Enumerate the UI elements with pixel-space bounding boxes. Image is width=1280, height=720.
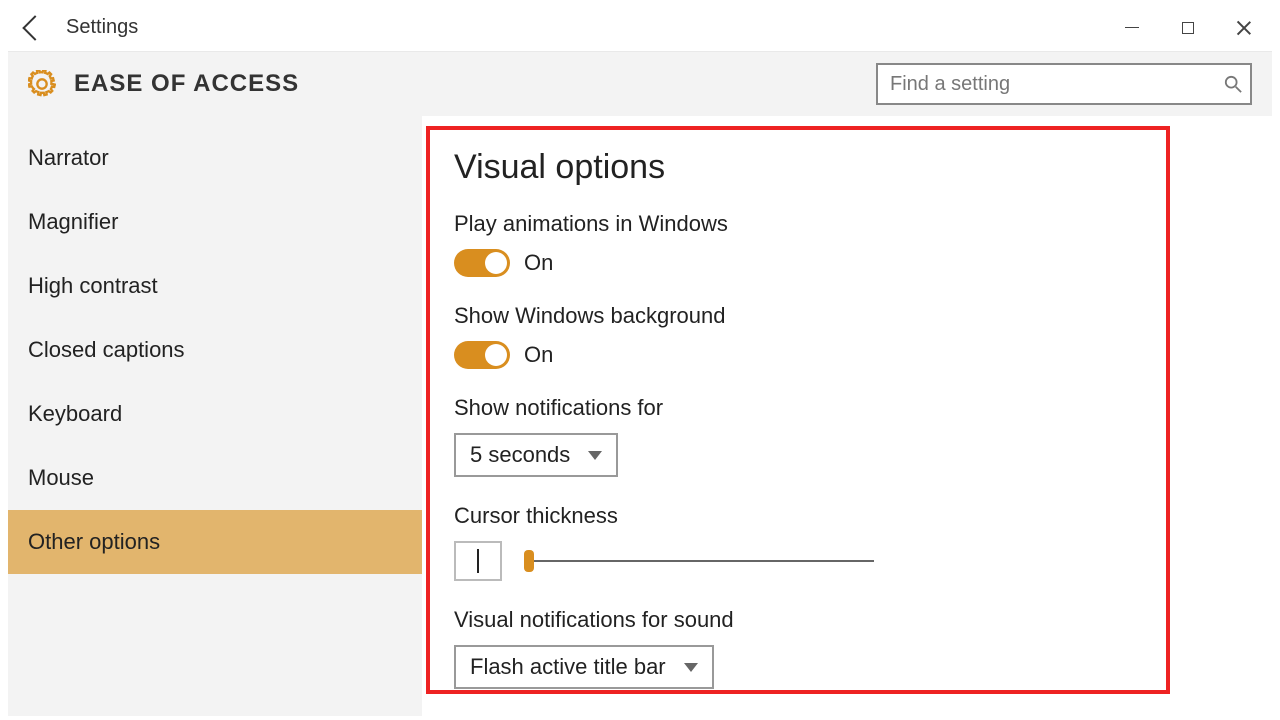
sidebar-item-other-options[interactable]: Other options: [8, 510, 422, 574]
select-value: 5 seconds: [470, 442, 570, 468]
setting-label: Show Windows background: [454, 303, 1142, 329]
sidebar-item-mouse[interactable]: Mouse: [8, 446, 422, 510]
header-title: EASE OF ACCESS: [74, 70, 299, 98]
minimize-button[interactable]: [1104, 4, 1160, 52]
slider-track: [524, 560, 874, 562]
setting-label: Cursor thickness: [454, 503, 1142, 529]
show-background-toggle[interactable]: [454, 341, 510, 369]
toggle-row: On: [454, 249, 1142, 277]
toggle-row: On: [454, 341, 1142, 369]
sidebar-item-high-contrast[interactable]: High contrast: [8, 254, 422, 318]
gear-icon: [28, 70, 56, 98]
sidebar-item-label: Mouse: [28, 465, 94, 491]
toggle-knob: [485, 252, 507, 274]
highlight-box: Visual options Play animations in Window…: [426, 126, 1170, 694]
setting-play-animations: Play animations in Windows On: [454, 211, 1142, 277]
toggle-knob: [485, 344, 507, 366]
sidebar: Narrator Magnifier High contrast Closed …: [8, 116, 422, 716]
cursor-thickness-slider[interactable]: [524, 546, 874, 576]
setting-show-background: Show Windows background On: [454, 303, 1142, 369]
close-icon: [1236, 20, 1252, 36]
back-arrow-icon: [22, 15, 47, 40]
visual-notifications-sound-select[interactable]: Flash active title bar: [454, 645, 714, 689]
setting-show-notifications: Show notifications for 5 seconds: [454, 395, 1142, 477]
caret-icon: [477, 549, 479, 573]
chevron-down-icon: [684, 663, 698, 672]
sidebar-item-label: Closed captions: [28, 337, 185, 363]
play-animations-toggle[interactable]: [454, 249, 510, 277]
titlebar: Settings: [8, 4, 1272, 52]
sidebar-item-magnifier[interactable]: Magnifier: [8, 190, 422, 254]
window-controls: [1104, 4, 1272, 52]
sidebar-item-label: High contrast: [28, 273, 158, 299]
sidebar-item-keyboard[interactable]: Keyboard: [8, 382, 422, 446]
sidebar-item-label: Keyboard: [28, 401, 122, 427]
maximize-icon: [1182, 22, 1194, 34]
sidebar-item-closed-captions[interactable]: Closed captions: [8, 318, 422, 382]
sidebar-item-label: Narrator: [28, 145, 109, 171]
setting-visual-notifications-sound: Visual notifications for sound Flash act…: [454, 607, 1142, 689]
toggle-state-label: On: [524, 250, 553, 276]
setting-label: Play animations in Windows: [454, 211, 1142, 237]
window-title: Settings: [66, 16, 138, 39]
slider-thumb[interactable]: [524, 550, 534, 572]
minimize-icon: [1125, 27, 1139, 28]
header: EASE OF ACCESS: [8, 52, 1272, 116]
sidebar-item-narrator[interactable]: Narrator: [8, 126, 422, 190]
chevron-down-icon: [588, 451, 602, 460]
setting-label: Visual notifications for sound: [454, 607, 1142, 633]
body: Narrator Magnifier High contrast Closed …: [8, 116, 1272, 716]
search-wrap: [876, 63, 1252, 105]
settings-window: Settings EASE OF ACCESS Narrator Magnifi…: [8, 4, 1272, 716]
sidebar-item-label: Magnifier: [28, 209, 118, 235]
cursor-preview: [454, 541, 502, 581]
back-button[interactable]: [8, 4, 56, 52]
select-value: Flash active title bar: [470, 654, 666, 680]
show-notifications-select[interactable]: 5 seconds: [454, 433, 618, 477]
setting-cursor-thickness: Cursor thickness: [454, 503, 1142, 581]
setting-label: Show notifications for: [454, 395, 1142, 421]
cursor-row: [454, 541, 1142, 581]
sidebar-item-label: Other options: [28, 529, 160, 555]
main-panel: Visual options Play animations in Window…: [422, 116, 1272, 716]
maximize-button[interactable]: [1160, 4, 1216, 52]
section-title: Visual options: [454, 148, 1142, 187]
toggle-state-label: On: [524, 342, 553, 368]
search-input[interactable]: [876, 63, 1252, 105]
close-button[interactable]: [1216, 4, 1272, 52]
